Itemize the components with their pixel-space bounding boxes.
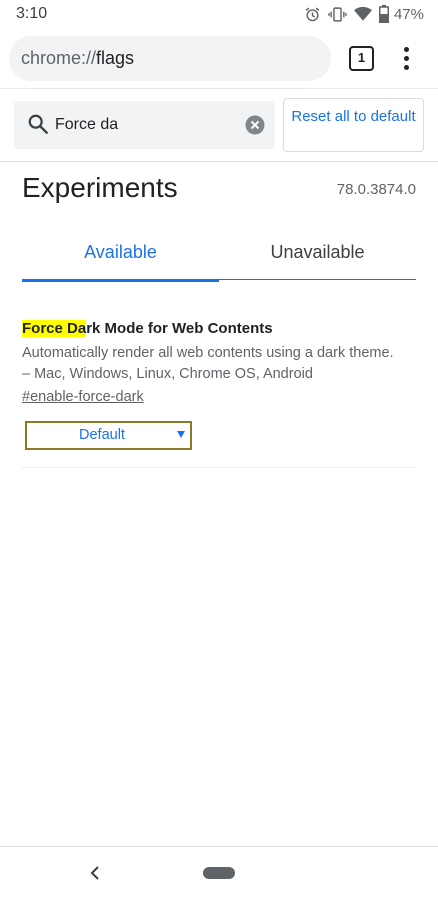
dropdown-arrow-icon [177,431,185,438]
url-host: flags [96,48,135,68]
status-bar: 3:10 47% [0,0,438,28]
status-icons: 47% [304,4,424,24]
flags-search-bar: Force da Reset all to default [0,88,438,162]
search-box[interactable]: Force da [14,101,275,149]
version-label: 78.0.3874.0 [336,181,416,198]
experiment-link[interactable]: #enable-force-dark [22,389,144,405]
experiment-title: Force Dark Mode for Web Contents [22,318,416,340]
tab-bar: Available Unavailable [22,226,416,282]
experiment-item: Force Dark Mode for Web Contents Automat… [22,318,416,468]
status-time: 3:10 [16,5,48,22]
search-highlight: Force Da [22,320,87,337]
experiment-description: Automatically render all web contents us… [22,345,394,361]
more-vert-icon[interactable] [396,46,416,72]
search-input[interactable]: Force da [55,116,118,134]
browser-toolbar: chrome://flags 1 [0,30,438,88]
url-text: chrome://flags [21,48,134,69]
url-scheme: chrome:// [21,48,97,68]
battery-icon [378,5,389,23]
page-title: Experiments [22,172,178,203]
tab-switcher-button[interactable]: 1 [349,46,374,71]
omnibox[interactable]: chrome://flags [9,36,331,81]
reset-all-button[interactable]: Reset all to default [283,98,424,152]
tab-unavailable[interactable]: Unavailable [219,226,416,280]
select-value: Default [79,427,125,443]
wifi-icon [353,6,372,22]
home-pill-icon[interactable] [203,867,235,879]
back-icon[interactable] [88,865,102,886]
navigation-bar [0,846,438,900]
alarm-icon [304,6,321,23]
experiment-platforms: – Mac, Windows, Linux, Chrome OS, Androi… [22,366,313,382]
search-icon [27,113,49,140]
clear-icon[interactable] [245,115,265,140]
experiment-title-rest: rk Mode for Web Contents [86,320,273,337]
experiment-select[interactable]: Default [25,421,192,450]
battery-percent: 47% [393,5,424,23]
vibrate-icon [328,6,347,23]
tab-available[interactable]: Available [22,226,219,282]
